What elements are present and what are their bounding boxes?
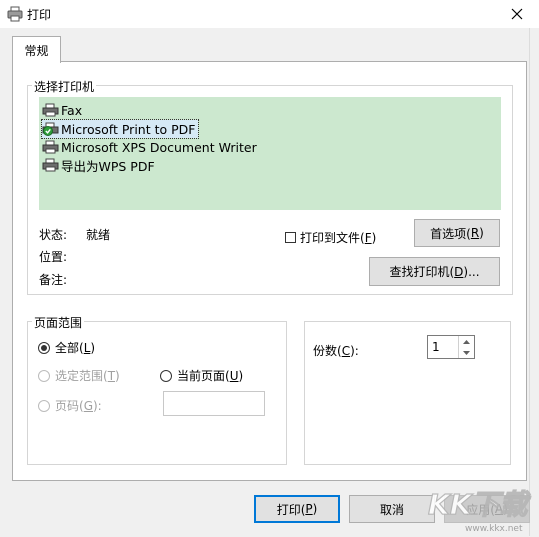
- fax-printer-icon: [42, 103, 59, 117]
- status-value: 就绪: [86, 228, 111, 242]
- printer-icon: [42, 140, 59, 154]
- printer-name: 导出为WPS PDF: [61, 158, 155, 174]
- preferences-button[interactable]: 首选项(R): [414, 219, 500, 247]
- current-page-radio[interactable]: [160, 369, 172, 382]
- printer-icon: [7, 6, 23, 22]
- print-to-file-label: 打印到文件(F): [300, 231, 377, 245]
- spin-down-button[interactable]: [458, 347, 474, 358]
- printer-item-fax[interactable]: Fax: [42, 101, 82, 119]
- page-range-pages-option: 页码(G):: [38, 397, 102, 414]
- watermark-logo: KK下载 www.kkx.net: [423, 482, 533, 534]
- find-printer-button[interactable]: 查找打印机(D)...: [369, 257, 500, 286]
- pages-input: [163, 391, 265, 416]
- printer-name: Fax: [61, 102, 83, 118]
- watermark-url: www.kkx.net: [465, 524, 523, 534]
- all-label: 全部(L): [55, 341, 96, 355]
- spin-up-button[interactable]: [458, 336, 474, 347]
- print-to-file-checkbox[interactable]: [285, 232, 296, 243]
- close-button[interactable]: [495, 0, 539, 28]
- all-radio[interactable]: [38, 341, 50, 354]
- tab-general[interactable]: 常规: [12, 36, 61, 63]
- watermark-text: KK下载: [428, 488, 531, 521]
- comment-label: 备注:: [39, 273, 68, 287]
- page-range-current-option[interactable]: 当前页面(U): [160, 367, 243, 384]
- select-printer-label: 选择打印机: [32, 78, 97, 95]
- window-title: 打印: [27, 8, 52, 22]
- background-window-edge: [529, 28, 539, 536]
- title-bar: [0, 0, 539, 28]
- printer-item-wps-pdf[interactable]: 导出为WPS PDF: [42, 156, 155, 174]
- close-icon: [511, 8, 523, 20]
- selection-radio: [38, 369, 50, 382]
- printer-name: Microsoft XPS Document Writer: [61, 139, 257, 155]
- chevron-up-icon: [463, 339, 470, 344]
- pages-radio: [38, 399, 50, 412]
- page-range-all-option[interactable]: 全部(L): [38, 339, 95, 356]
- printer-name: Microsoft Print to PDF: [61, 121, 196, 137]
- current-page-label: 当前页面(U): [177, 369, 244, 383]
- pages-label: 页码(G):: [55, 399, 102, 413]
- page-range-selection-option: 选定范围(T): [38, 367, 120, 384]
- status-label: 状态:: [39, 228, 68, 242]
- selection-label: 选定范围(T): [55, 369, 120, 383]
- location-label: 位置:: [39, 250, 68, 264]
- copies-spinbox[interactable]: 1: [427, 335, 475, 359]
- copies-value: 1: [432, 340, 440, 354]
- printer-item-xps-writer[interactable]: Microsoft XPS Document Writer: [42, 138, 257, 156]
- printer-icon: [42, 158, 59, 172]
- printer-list[interactable]: Fax Microsoft Print to PDF Microsoft XPS…: [39, 97, 501, 210]
- print-to-file-option[interactable]: 打印到文件(F): [285, 229, 376, 246]
- default-printer-icon: [42, 122, 59, 136]
- printer-item-microsoft-print-to-pdf[interactable]: Microsoft Print to PDF: [40, 119, 200, 139]
- copies-label: 份数(C):: [313, 344, 359, 358]
- chevron-down-icon: [463, 350, 470, 355]
- page-range-label: 页面范围: [32, 314, 85, 331]
- print-button[interactable]: 打印(P): [254, 495, 340, 523]
